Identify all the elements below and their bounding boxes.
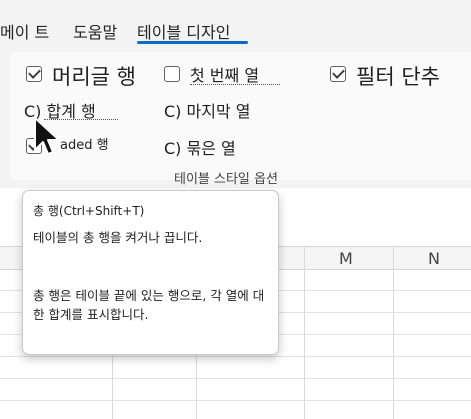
column-divider (304, 247, 305, 419)
tab-help[interactable]: 도움말 (73, 19, 117, 43)
tooltip-description-2: 총 행은 테이블 끝에 있는 행으로, 각 열에 대한 합계를 표시합니다. (33, 288, 265, 322)
filter-button-checkbox[interactable] (330, 66, 346, 82)
first-column-dotted-underline (190, 84, 280, 85)
ribbon-tab-bar: 메이 트 도움말 테이블 디자인 (0, 0, 471, 48)
filter-button-label[interactable]: 필터 단추 (356, 61, 440, 91)
group-label: 테이블 스타일 옵션 (174, 172, 278, 187)
first-column-label[interactable]: 첫 번째 열 (190, 62, 259, 86)
banded-rows-label[interactable]: aded 행 (60, 134, 109, 153)
tooltip-description-1: 테이블의 총 행을 켜거나 끕니다. (33, 230, 203, 245)
column-header-m[interactable]: M (339, 249, 353, 268)
banded-columns-label[interactable]: C) 묶은 열 (164, 135, 236, 159)
ribbon-panel: 머리글 행 첫 번째 열 필터 단추 C) 합계 행 C) 마지막 열 aded… (0, 48, 471, 188)
first-column-checkbox[interactable] (164, 66, 180, 82)
header-row-checkbox[interactable] (26, 66, 42, 82)
header-row-label[interactable]: 머리글 행 (52, 61, 136, 91)
row-divider (0, 378, 471, 379)
column-header-n[interactable]: N (428, 249, 440, 268)
row-divider (0, 356, 471, 357)
tab-table-design[interactable]: 테이블 디자인 (137, 19, 230, 43)
column-divider (393, 247, 394, 419)
active-tab-indicator (137, 41, 248, 44)
mouse-pointer-icon (33, 116, 61, 162)
tooltip-title: 총 행(Ctrl+Shift+T) (33, 204, 145, 218)
last-column-label[interactable]: C) 마지막 열 (164, 98, 250, 122)
row-divider (0, 400, 471, 401)
total-row-tooltip: 총 행(Ctrl+Shift+T) 테이블의 총 행을 켜거나 끕니다. 총 행… (22, 190, 279, 355)
tab-insert[interactable]: 메이 트 (0, 19, 49, 43)
